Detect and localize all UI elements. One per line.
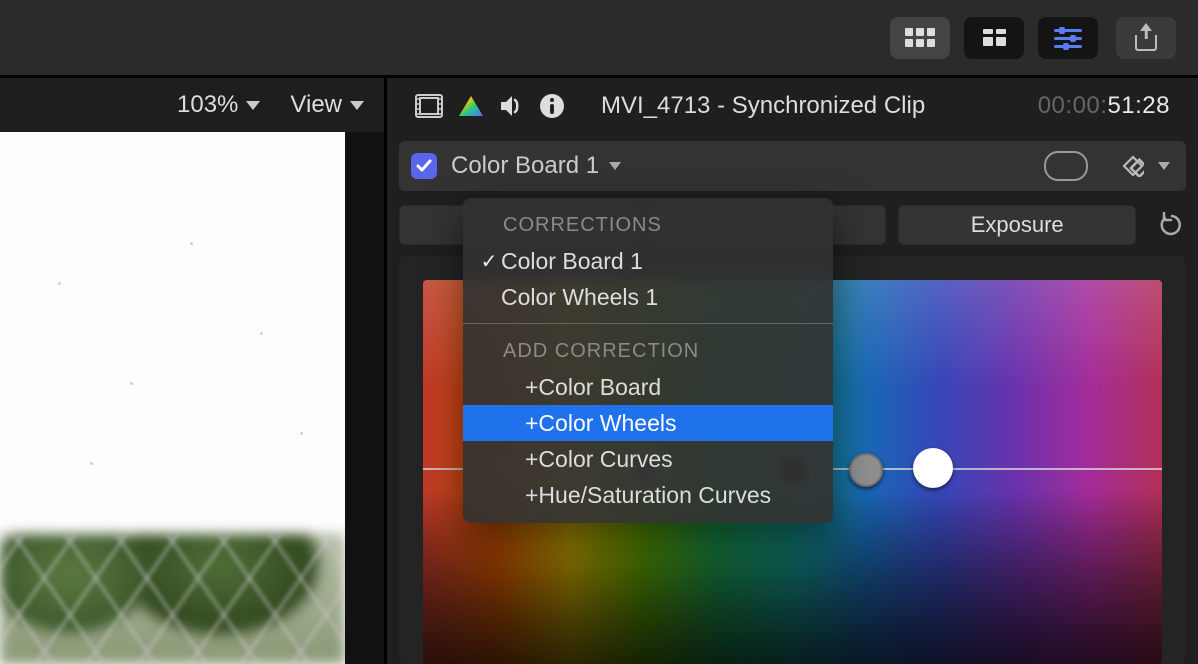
menu-item-label: Color Wheels 1 xyxy=(501,284,658,311)
tab-exposure-label: Exposure xyxy=(971,212,1064,238)
menu-separator xyxy=(463,323,833,324)
enable-correction-checkbox[interactable] xyxy=(411,153,437,179)
sliders-icon xyxy=(1054,27,1082,49)
share-button[interactable] xyxy=(1116,17,1176,59)
inspector-panel: MVI_4713 - Synchronized Clip 00:00:51:28… xyxy=(387,78,1198,664)
menu-item[interactable]: Color Wheels 1 xyxy=(463,279,833,315)
thumbnails-button[interactable] xyxy=(890,17,950,59)
tab-exposure[interactable]: Exposure xyxy=(898,205,1136,245)
view-mode-group xyxy=(890,17,1098,59)
menu-section-corrections: CORRECTIONS xyxy=(463,206,833,243)
inspector-tab-icons xyxy=(415,93,565,119)
viewer-canvas[interactable] xyxy=(0,132,345,664)
menu-item-label: +Hue/Saturation Curves xyxy=(525,482,771,509)
reset-button[interactable] xyxy=(1158,211,1186,239)
timecode: 00:00:51:28 xyxy=(1038,92,1170,120)
grid-icon xyxy=(905,28,935,47)
filmstrip-icon xyxy=(983,29,1006,46)
speck xyxy=(130,382,133,385)
view-menu-label: View xyxy=(290,91,342,119)
checkmark-icon: ✓ xyxy=(477,249,501,274)
video-inspector-icon[interactable] xyxy=(415,94,443,118)
top-toolbar xyxy=(0,0,1198,75)
viewer-panel: 103% View xyxy=(0,78,384,664)
menu-item-label: +Color Curves xyxy=(525,446,673,473)
puck-highlights[interactable] xyxy=(913,448,953,488)
mask-icon[interactable] xyxy=(1044,151,1088,181)
menu-item[interactable]: +Color Curves xyxy=(463,441,833,477)
menu-item[interactable]: +Color Board xyxy=(463,369,833,405)
zoom-value: 103% xyxy=(177,91,238,119)
speck xyxy=(260,332,263,335)
menu-item-label: +Color Board xyxy=(525,374,661,401)
timecode-value: 51:28 xyxy=(1107,92,1170,119)
clip-name: MVI_4713 - Synchronized Clip xyxy=(601,92,925,120)
speck xyxy=(58,282,61,285)
inspector-button[interactable] xyxy=(1038,17,1098,59)
chevron-down-icon xyxy=(246,101,260,110)
share-icon xyxy=(1135,25,1157,51)
speck xyxy=(300,432,303,435)
keyframe-button[interactable] xyxy=(1122,155,1144,177)
correction-selector[interactable]: Color Board 1 xyxy=(451,152,621,180)
view-menu[interactable]: View xyxy=(290,91,364,119)
correction-dropdown-menu: CORRECTIONS✓Color Board 1Color Wheels 1A… xyxy=(463,198,833,523)
menu-item[interactable]: +Hue/Saturation Curves xyxy=(463,477,833,513)
filmstrip-button[interactable] xyxy=(964,17,1024,59)
menu-item[interactable]: ✓Color Board 1 xyxy=(463,243,833,279)
inspector-header: MVI_4713 - Synchronized Clip 00:00:51:28 xyxy=(387,78,1198,133)
viewer-gutter xyxy=(345,132,384,664)
chevron-down-icon xyxy=(350,101,364,110)
puck-midtones[interactable] xyxy=(849,453,883,487)
zoom-menu[interactable]: 103% xyxy=(177,91,260,119)
color-inspector-icon[interactable] xyxy=(457,94,485,118)
menu-item[interactable]: +Color Wheels xyxy=(463,405,833,441)
preview-fence xyxy=(0,534,345,664)
correction-selector-label: Color Board 1 xyxy=(451,152,599,180)
speck xyxy=(90,462,93,465)
audio-inspector-icon[interactable] xyxy=(499,94,525,118)
menu-item-label: Color Board 1 xyxy=(501,248,643,275)
timecode-prefix: 00:00: xyxy=(1038,92,1108,119)
menu-item-label: +Color Wheels xyxy=(525,410,676,437)
chevron-down-icon xyxy=(609,162,621,170)
menu-section-add: ADD CORRECTION xyxy=(463,332,833,369)
correction-bar: Color Board 1 xyxy=(399,141,1186,191)
info-inspector-icon[interactable] xyxy=(539,93,565,119)
speck xyxy=(190,242,193,245)
viewer-header: 103% View xyxy=(0,78,384,132)
chevron-down-icon[interactable] xyxy=(1158,162,1170,170)
